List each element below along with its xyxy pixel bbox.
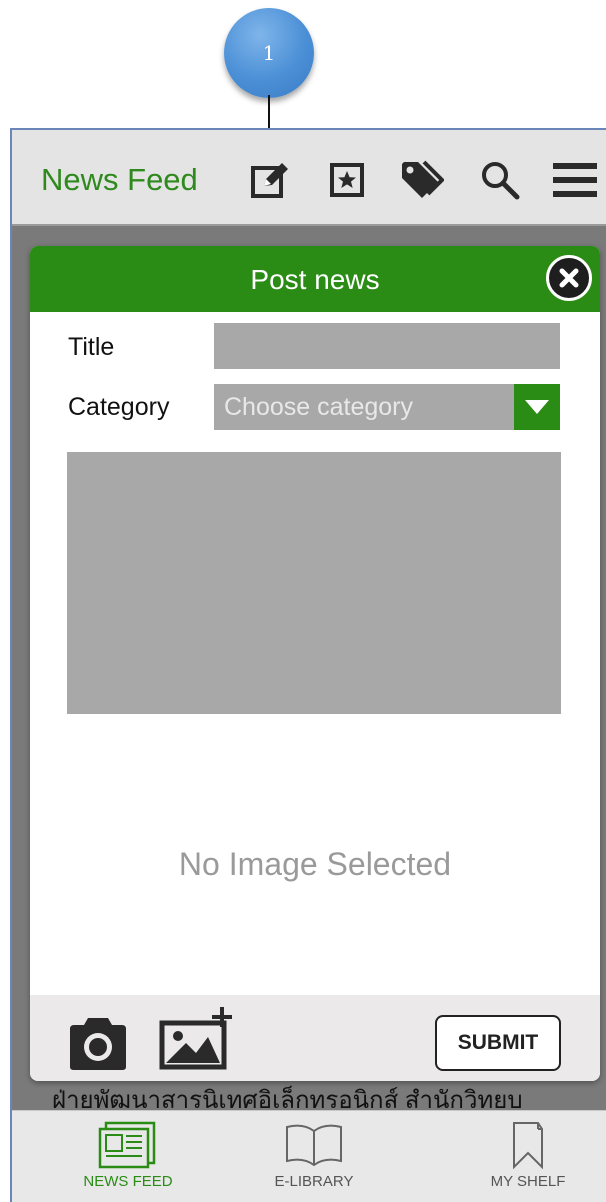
category-placeholder: Choose category: [224, 393, 414, 421]
compose-icon[interactable]: [248, 158, 292, 202]
tab-e-library-label: E-LIBRARY: [274, 1173, 354, 1190]
category-label: Category: [68, 393, 170, 421]
page-title: News Feed: [41, 162, 198, 197]
title-input[interactable]: [214, 323, 560, 369]
image-preview-area: [67, 452, 561, 714]
bottom-tab-bar: NEWS FEED E-LIBRARY MY SHELF: [12, 1110, 606, 1202]
phone-screen: News Feed ฝ่ายพัฒนาสารนิเทศอิเล็กทรอนิกส…: [10, 128, 606, 1202]
tab-e-library[interactable]: E-LIBRARY: [254, 1111, 374, 1202]
step-number: 1: [262, 41, 276, 65]
no-image-text: No Image Selected: [178, 846, 452, 882]
top-navbar: News Feed: [12, 130, 606, 226]
add-image-icon: [159, 1007, 232, 1070]
chevron-down-icon: [525, 400, 549, 414]
dropdown-button[interactable]: [514, 384, 560, 430]
close-icon: [559, 268, 579, 288]
category-select[interactable]: Choose category: [214, 384, 560, 430]
tab-my-shelf-label: MY SHELF: [490, 1173, 566, 1190]
newspaper-icon: [98, 1121, 156, 1169]
gallery-button[interactable]: [158, 1005, 238, 1076]
book-icon: [286, 1124, 342, 1167]
dialog-footer: SUBMIT: [30, 995, 600, 1081]
menu-icon[interactable]: [553, 158, 597, 202]
tab-my-shelf[interactable]: MY SHELF: [468, 1111, 588, 1202]
title-label: Title: [68, 333, 115, 361]
bookmark-icon: [513, 1122, 543, 1169]
camera-button[interactable]: [66, 1015, 130, 1076]
tag-icon[interactable]: [400, 158, 444, 202]
post-news-dialog: Post news Title Category Choose category…: [30, 246, 600, 1081]
camera-icon: [70, 1018, 126, 1070]
close-button[interactable]: [546, 255, 592, 301]
step-number-badge: 1: [224, 8, 314, 98]
dialog-header: Post news: [30, 246, 600, 312]
tab-news-feed[interactable]: NEWS FEED: [68, 1111, 188, 1202]
tab-news-feed-label: NEWS FEED: [83, 1173, 173, 1190]
submit-button[interactable]: SUBMIT: [435, 1015, 561, 1071]
favorites-icon[interactable]: [325, 158, 369, 202]
search-icon[interactable]: [478, 158, 522, 202]
dialog-title: Post news: [250, 264, 380, 295]
